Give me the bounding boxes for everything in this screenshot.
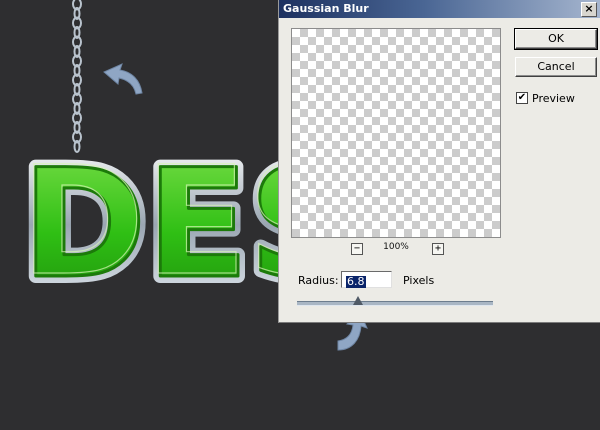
zoom-out-button[interactable]: − — [351, 243, 363, 255]
gaussian-blur-dialog: Gaussian Blur × − 100% + OK Cancel ✔ Pre… — [278, 0, 600, 323]
dialog-titlebar[interactable]: Gaussian Blur × — [279, 0, 600, 18]
radius-slider-thumb[interactable] — [352, 296, 363, 305]
zoom-in-button[interactable]: + — [432, 243, 444, 255]
preview-label: Preview — [532, 92, 575, 105]
curved-arrow-icon — [103, 63, 143, 95]
chain-icon — [72, 0, 82, 153]
radius-value: 6.8 — [346, 275, 366, 288]
close-button[interactable]: × — [581, 2, 597, 17]
checkmark-icon: ✔ — [517, 92, 527, 103]
plus-icon: + — [434, 243, 442, 254]
preview-checkbox[interactable]: ✔ — [516, 92, 528, 104]
preview-pane[interactable] — [291, 28, 501, 238]
radius-input[interactable]: 6.8 — [341, 271, 392, 288]
ok-button[interactable]: OK — [514, 28, 598, 50]
cancel-button[interactable]: Cancel — [515, 57, 597, 77]
radius-slider-track[interactable] — [297, 301, 493, 306]
dialog-title: Gaussian Blur — [283, 2, 369, 15]
zoom-level: 100% — [383, 242, 409, 252]
radius-label: Radius: — [298, 274, 339, 287]
minus-icon: − — [353, 243, 361, 254]
units-label: Pixels — [403, 274, 435, 287]
close-icon: × — [584, 2, 594, 15]
